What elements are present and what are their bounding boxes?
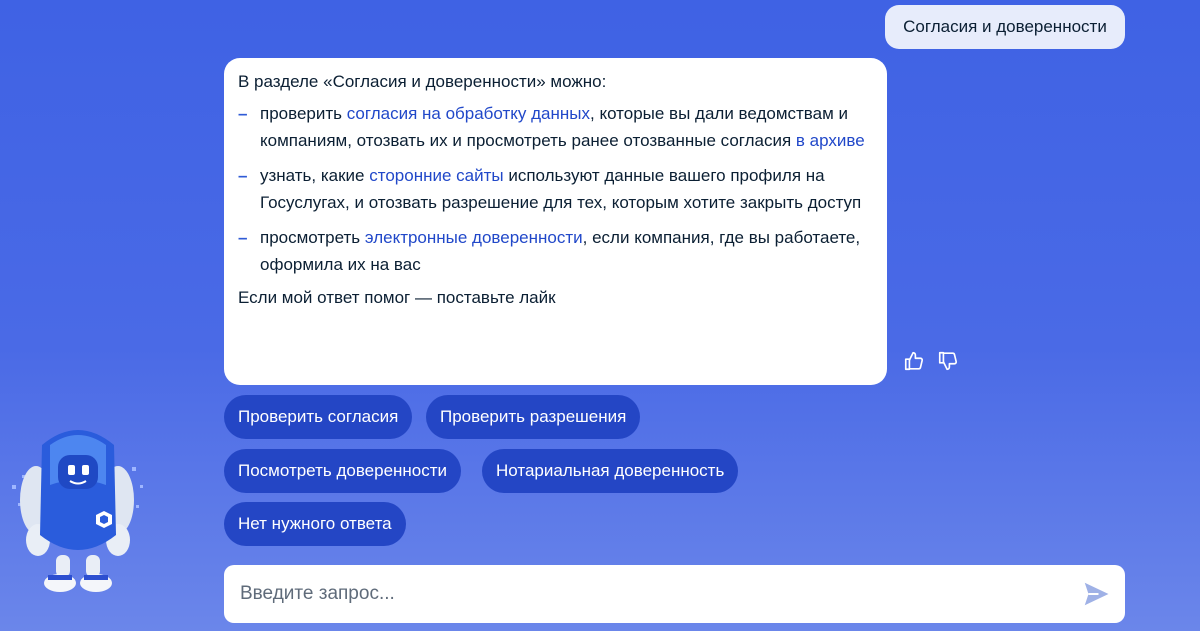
link-electronic-poa[interactable]: электронные доверенности — [365, 228, 583, 247]
robot-mascot-icon — [12, 430, 143, 592]
quick-reply-no-answer[interactable]: Нет нужного ответа — [224, 502, 406, 546]
list-item-text: проверить — [260, 104, 347, 123]
bot-message-intro: В разделе «Согласия и доверенности» можн… — [238, 72, 607, 91]
list-item: – просмотреть электронные доверенности, … — [238, 224, 871, 278]
quick-reply-check-consents[interactable]: Проверить согласия — [224, 395, 413, 439]
quick-reply-check-permissions[interactable]: Проверить разрешения — [426, 395, 641, 439]
link-consents[interactable]: согласия на обработку данных — [347, 104, 590, 123]
quick-reply-view-poa[interactable]: Посмотреть доверенности — [224, 449, 462, 493]
link-archive[interactable]: в архиве — [796, 131, 865, 150]
user-message-text: Согласия и доверенности — [903, 17, 1107, 36]
send-icon[interactable] — [1081, 579, 1111, 609]
chat-input[interactable] — [238, 582, 1081, 606]
bot-message-list: – проверить согласия на обработку данных… — [238, 100, 871, 278]
quick-reply-notarial-poa[interactable]: Нотариальная доверенность — [482, 449, 739, 493]
bot-message-bubble: В разделе «Согласия и доверенности» можн… — [224, 58, 887, 385]
bot-message-outro: Если мой ответ помог — поставьте лайк — [238, 288, 556, 307]
list-item-text: просмотреть — [260, 228, 365, 247]
user-message-bubble: Согласия и доверенности — [885, 5, 1125, 49]
link-third-party-sites[interactable]: сторонние сайты — [369, 166, 503, 185]
thumbs-down-icon[interactable] — [937, 350, 959, 372]
chat-input-bar — [224, 565, 1125, 623]
list-item: – проверить согласия на обработку данных… — [238, 100, 871, 154]
list-item-text: узнать, какие — [260, 166, 370, 185]
feedback-buttons — [903, 350, 959, 372]
list-item: – узнать, какие сторонние сайты использу… — [238, 162, 871, 216]
list-dash: – — [238, 166, 248, 185]
list-dash: – — [238, 104, 248, 123]
thumbs-up-icon[interactable] — [903, 350, 925, 372]
list-dash: – — [238, 228, 248, 247]
